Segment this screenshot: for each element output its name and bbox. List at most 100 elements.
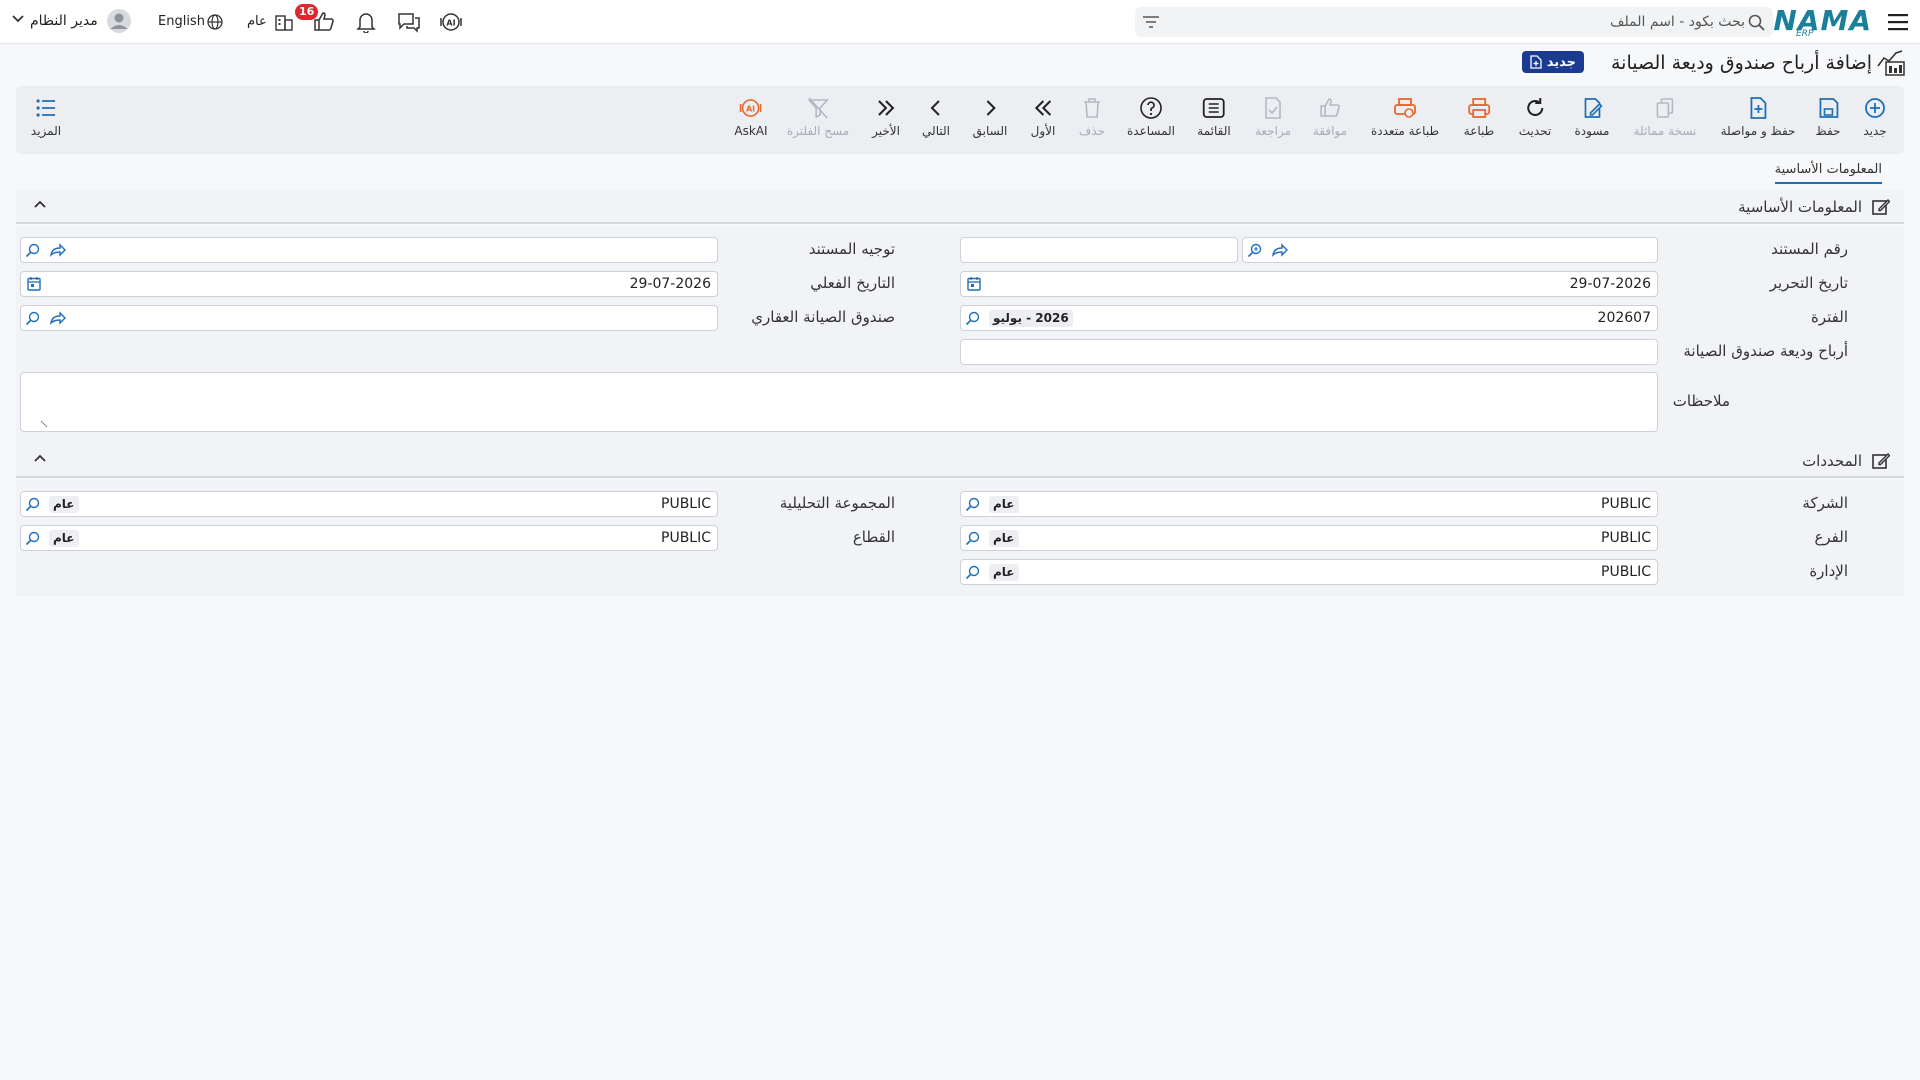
new-document-icon [1530, 55, 1542, 69]
user-menu-chevron-icon[interactable] [12, 15, 24, 23]
toolbar-last-button[interactable]: الأخير [872, 96, 900, 138]
toolbar-refresh-button[interactable]: تحديث [1519, 96, 1551, 138]
toolbar-more-button[interactable]: المزيد [31, 96, 61, 138]
lookup-icon[interactable] [965, 530, 981, 546]
sector-field[interactable]: PUBLIC عام [20, 525, 718, 551]
more-list-icon [34, 96, 58, 120]
toolbar-save-button[interactable]: حفظ [1816, 96, 1840, 138]
previous-icon [978, 96, 1002, 120]
calendar-icon[interactable] [27, 276, 41, 291]
department-field[interactable]: PUBLIC عام [960, 559, 1658, 585]
svg-text:AI: AI [746, 105, 755, 114]
edit-section-icon [1872, 198, 1890, 216]
toolbar-button-label: التالي [922, 124, 950, 138]
ai-assistant-icon[interactable]: AI [439, 11, 463, 33]
period-field[interactable]: 202607 2026 - يوليو [960, 305, 1658, 331]
review-icon [1261, 96, 1285, 120]
toolbar-button-label: نسخة مماثلة [1633, 124, 1697, 138]
bell-icon[interactable] [356, 11, 376, 33]
open-link-icon[interactable] [49, 242, 67, 258]
search-input[interactable] [1185, 7, 1745, 37]
toolbar-multi-print-button[interactable]: طباعة متعددة [1371, 96, 1439, 138]
collapse-chevron-icon[interactable] [34, 454, 46, 462]
lookup-icon[interactable] [25, 496, 41, 512]
open-link-icon[interactable] [1271, 242, 1289, 258]
period-chip: 2026 - يوليو [989, 310, 1073, 327]
avatar[interactable] [107, 9, 131, 33]
report-chart-icon [1876, 48, 1906, 78]
sector-label: القطاع [852, 528, 895, 546]
first-icon [1031, 96, 1055, 120]
last-icon [874, 96, 898, 120]
toolbar-button-label: الأخير [872, 124, 900, 138]
dimensions-section-header[interactable]: المحددات [16, 444, 1904, 478]
toolbar-button-label: AskAI [734, 124, 768, 138]
toolbar-print-button[interactable]: طباعة [1464, 96, 1494, 138]
resize-handle-icon[interactable] [39, 419, 49, 429]
print-icon [1467, 96, 1491, 120]
clear-filter-icon [806, 96, 830, 120]
lookup-icon[interactable] [25, 310, 41, 326]
issue-date-field[interactable]: 29-07-2026 [960, 271, 1658, 297]
toolbar-button-label: القائمة [1197, 124, 1231, 138]
toolbar-plus-circle-button[interactable]: جديد [1863, 96, 1887, 138]
lookup-icon[interactable] [965, 496, 981, 512]
chat-icon[interactable] [397, 11, 421, 33]
hamburger-menu-icon[interactable] [1888, 12, 1908, 32]
copy-icon [1653, 96, 1677, 120]
globe-icon[interactable] [207, 14, 223, 30]
search-box [1135, 7, 1773, 37]
toolbar-list-button[interactable]: القائمة [1197, 96, 1231, 138]
lookup-icon[interactable] [1247, 242, 1263, 258]
lookup-icon[interactable] [25, 242, 41, 258]
lookup-icon[interactable] [965, 310, 981, 326]
toolbar-help-button[interactable]: المساعدة [1127, 96, 1175, 138]
toolbar-button-label: حذف [1078, 124, 1106, 138]
analytic-group-field[interactable]: PUBLIC عام [20, 491, 718, 517]
toolbar-ai-button[interactable]: AI AskAI [734, 96, 768, 138]
branch-chip: عام [989, 530, 1019, 547]
toolbar-thumbs-up-button[interactable]: موافقة [1313, 96, 1347, 138]
calendar-icon[interactable] [967, 276, 981, 291]
filter-icon[interactable] [1143, 15, 1159, 29]
open-link-icon[interactable] [49, 310, 67, 326]
toolbar-previous-button[interactable]: السابق [973, 96, 1007, 138]
doc-direction-field[interactable] [20, 237, 718, 263]
maintenance-fund-field[interactable] [20, 305, 718, 331]
company-building-icon[interactable] [274, 12, 294, 32]
period-value: 202607 [1597, 310, 1651, 326]
notes-textarea[interactable] [20, 372, 1658, 432]
title-bar: إضافة أرباح صندوق وديعة الصيانة جديد [0, 48, 1920, 80]
status-badge: جديد [1521, 51, 1584, 73]
company-field[interactable]: PUBLIC عام [960, 491, 1658, 517]
new-doc-label: جديد [1546, 54, 1576, 70]
toolbar-trash-button[interactable]: حذف [1079, 96, 1105, 138]
toolbar-save-continue-button[interactable]: حفظ و مواصلة [1721, 96, 1795, 138]
dimensions-section-title: المحددات [1802, 452, 1862, 470]
toolbar-draft-button[interactable]: مسودة [1575, 96, 1609, 138]
lookup-icon[interactable] [965, 564, 981, 580]
toolbar-copy-button[interactable]: نسخة مماثلة [1633, 96, 1697, 138]
company-label[interactable]: عام [247, 14, 267, 29]
toolbar-next-button[interactable]: التالي [922, 96, 950, 138]
nama-logo[interactable]: NAMA ERP [1773, 4, 1872, 40]
search-icon[interactable] [1748, 14, 1765, 31]
tab-basic-info[interactable]: المعلومات الأساسية [1774, 162, 1882, 184]
toolbar-first-button[interactable]: الأول [1031, 96, 1055, 138]
basic-info-section-header[interactable]: المعلومات الأساسية [16, 190, 1904, 224]
tab-strip: المعلومات الأساسية [16, 158, 1904, 188]
toolbar-review-button[interactable]: مراجعة [1255, 96, 1291, 138]
toolbar-button-label: جديد [1863, 124, 1887, 138]
actual-date-field[interactable]: 29-07-2026 [20, 271, 718, 297]
user-name[interactable]: مدير النظام [30, 13, 98, 29]
language-switch[interactable]: English [158, 14, 205, 29]
help-icon [1139, 96, 1163, 120]
branch-field[interactable]: PUBLIC عام [960, 525, 1658, 551]
collapse-chevron-icon[interactable] [34, 200, 46, 208]
toolbar-clear-filter-button[interactable]: مسح الفلترة [787, 96, 849, 138]
lookup-icon[interactable] [25, 530, 41, 546]
doc-number-field[interactable] [1242, 237, 1658, 263]
fund-profits-field[interactable] [960, 339, 1658, 365]
maintenance-fund-label: صندوق الصيانة العقاري [751, 308, 895, 326]
doc-number-extra-field[interactable] [960, 237, 1238, 263]
